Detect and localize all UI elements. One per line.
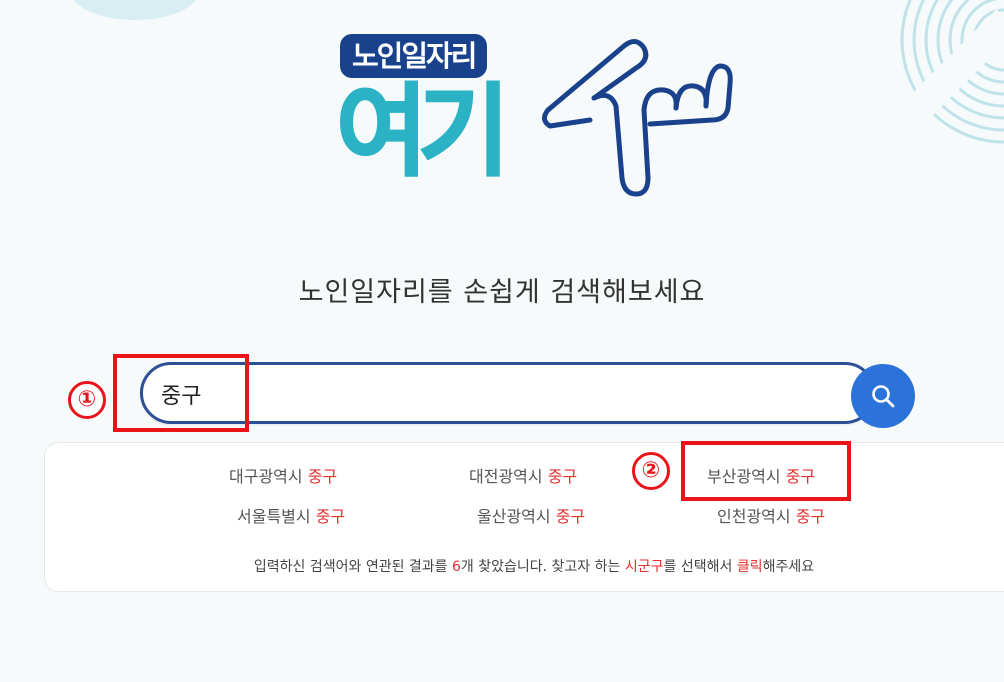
decorative-circle: [70, 0, 200, 20]
result-region: 대구광역시: [229, 467, 303, 486]
annotation-step-1-label: ①: [68, 381, 106, 419]
search-results-panel: 대구광역시 중구 대전광역시 중구 부산광역시 중구 서울특별시 중구 울산광역…: [44, 442, 1004, 592]
summary-text: 해주세요: [762, 559, 815, 575]
result-item-incheon-junggu[interactable]: 인천광역시 중구: [717, 503, 825, 527]
result-district: 중구: [547, 467, 578, 486]
annotation-step-2-label: ②: [632, 452, 670, 490]
result-region: 대전광역시: [469, 467, 543, 486]
summary-text: 개 찾았습니다. 찾고자 하는: [460, 559, 625, 575]
annotation-step-1-box: [113, 354, 249, 432]
result-district: 중구: [307, 467, 338, 486]
pointing-hand-icon: [542, 39, 733, 197]
result-item-seoul-junggu[interactable]: 서울특별시 중구: [237, 503, 345, 527]
result-region: 서울특별시: [237, 507, 311, 526]
result-district: 중구: [315, 507, 346, 526]
result-item-ulsan-junggu[interactable]: 울산광역시 중구: [477, 503, 585, 527]
result-region: 울산광역시: [477, 507, 551, 526]
annotation-step-2-box: [681, 441, 851, 501]
search-bar[interactable]: [140, 362, 876, 424]
search-button[interactable]: [851, 364, 915, 428]
summary-highlight-click: 클릭: [736, 559, 763, 575]
logo-badge-text: 노인일자리: [352, 38, 477, 73]
result-district: 중구: [795, 507, 826, 526]
search-icon: [872, 385, 895, 408]
logo-badge: 노인일자리: [340, 34, 488, 78]
logo[interactable]: 노인일자리 여기: [335, 28, 736, 200]
result-item-daejeon-junggu[interactable]: 대전광역시 중구: [469, 463, 577, 487]
result-count: 6: [452, 559, 461, 575]
result-region: 인천광역시: [717, 507, 791, 526]
summary-text: 입력하신 검색어와 연관된 결과를: [253, 559, 452, 575]
result-item-daegu-junggu[interactable]: 대구광역시 중구: [229, 463, 337, 487]
decorative-rings: [900, 0, 1004, 144]
result-district: 중구: [555, 507, 586, 526]
summary-highlight-sigungu: 시군구: [624, 559, 664, 575]
results-summary: 입력하신 검색어와 연관된 결과를 6개 찾았습니다. 찾고자 하는 시군구를 …: [45, 556, 1004, 576]
page-subtitle: 노인일자리를 손쉽게 검색해보세요: [298, 277, 706, 308]
summary-text: 를 선택해서: [663, 559, 737, 575]
search-input[interactable]: [161, 373, 841, 415]
logo-main-text: 여기: [335, 73, 511, 190]
